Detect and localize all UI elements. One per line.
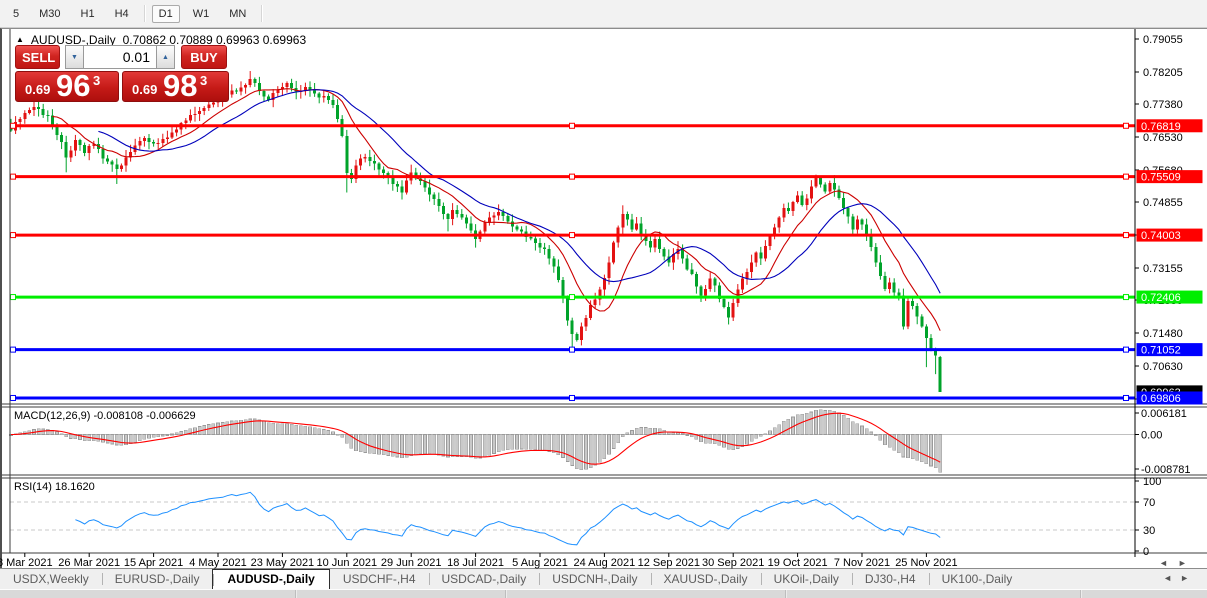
- collapse-triangle-icon[interactable]: ▲: [16, 36, 24, 44]
- lot-decrease-button[interactable]: ▼: [65, 45, 84, 69]
- svg-text:0.76819: 0.76819: [1141, 121, 1181, 133]
- sell-button[interactable]: SELL: [15, 45, 60, 69]
- buy-price-big-digits: 98: [163, 68, 197, 104]
- chart-hscroll-arrows: ◄►: [1159, 558, 1197, 568]
- svg-text:-0.008781: -0.008781: [1141, 464, 1191, 476]
- tab-uk100-daily[interactable]: UK100-,Daily: [929, 569, 1026, 588]
- timeframe-button-H1[interactable]: H1: [74, 5, 102, 23]
- svg-text:30: 30: [1143, 525, 1155, 537]
- buy-price-panel[interactable]: 0.69 98 3: [122, 71, 229, 102]
- rsi-indicator-label: RSI(14) 18.1620: [14, 481, 95, 493]
- lot-size-input[interactable]: [84, 45, 156, 69]
- svg-text:0.76530: 0.76530: [1143, 132, 1183, 144]
- scroll-left-icon[interactable]: ◄: [1159, 558, 1178, 568]
- tab-audusd-daily[interactable]: AUDUSD-,Daily: [212, 569, 329, 589]
- svg-text:0.006181: 0.006181: [1141, 408, 1187, 420]
- macd-indicator-label: MACD(12,26,9) -0.008108 -0.006629: [14, 410, 196, 422]
- timeframe-button-D1[interactable]: D1: [152, 5, 180, 23]
- svg-text:0.74003: 0.74003: [1141, 230, 1181, 242]
- svg-text:0: 0: [1143, 546, 1149, 558]
- toolbar-separator: [261, 5, 263, 22]
- chart-window: 0.790550.782050.773800.765300.756800.748…: [0, 28, 1207, 568]
- tab-scroll-arrows[interactable]: ◄►: [1163, 569, 1197, 583]
- timeframe-button-M30[interactable]: M30: [32, 5, 67, 23]
- scroll-right-icon[interactable]: ►: [1178, 558, 1197, 568]
- trading-platform-window: 5 M30 H1 H4 D1 W1 MN 0.79055 0.78205 0.77380 0.76…: [0, 0, 1207, 597]
- tab-dj30-h4[interactable]: DJ30-,H4: [852, 569, 929, 588]
- tab-usdcnh-daily[interactable]: USDCNH-,Daily: [539, 569, 650, 588]
- date-axis-label: 25 Nov 2021: [886, 557, 966, 569]
- tab-usdcad-daily[interactable]: USDCAD-,Daily: [429, 569, 540, 588]
- sell-price-big-digits: 96: [56, 68, 90, 104]
- price-chart-canvas[interactable]: 0.790550.782050.773800.765300.756800.748…: [2, 29, 1207, 569]
- timeframe-button-W1[interactable]: W1: [186, 5, 217, 23]
- timeframe-button-5[interactable]: 5: [6, 5, 26, 23]
- sell-price-pip-digit: 3: [93, 73, 100, 88]
- timeframe-button-H4[interactable]: H4: [108, 5, 136, 23]
- tab-ukoil-daily[interactable]: UKOil-,Daily: [761, 569, 852, 588]
- svg-text:0.73155: 0.73155: [1143, 263, 1183, 275]
- chevron-down-icon: ▼: [71, 54, 78, 61]
- svg-text:0.78205: 0.78205: [1143, 67, 1183, 79]
- one-click-trading-panel: SELL ▼ ▲ BUY 0.69 96 3 0.69 98 3: [15, 45, 230, 102]
- buy-price-prefix: 0.69: [132, 82, 157, 97]
- chevron-up-icon: ▲: [162, 54, 169, 61]
- chart-tab-bar: USDX,WeeklyEURUSD-,DailyAUDUSD-,DailyUSD…: [0, 568, 1207, 589]
- timeframe-button-MN[interactable]: MN: [222, 5, 253, 23]
- svg-text:0.77380: 0.77380: [1143, 99, 1183, 111]
- buy-button[interactable]: BUY: [181, 45, 227, 69]
- tab-usdchf-h4[interactable]: USDCHF-,H4: [330, 569, 429, 588]
- tab-xauusd-daily[interactable]: XAUUSD-,Daily: [651, 569, 761, 588]
- lot-size-stepper: ▼ ▲: [65, 45, 175, 69]
- svg-text:0.72406: 0.72406: [1141, 292, 1181, 304]
- sell-price-prefix: 0.69: [25, 82, 50, 97]
- lot-increase-button[interactable]: ▲: [156, 45, 175, 69]
- svg-text:0.00: 0.00: [1141, 430, 1162, 442]
- sell-price-panel[interactable]: 0.69 96 3: [15, 71, 119, 102]
- svg-text:0.79055: 0.79055: [1143, 34, 1183, 46]
- svg-text:70: 70: [1143, 497, 1155, 509]
- tab-eurusd-daily[interactable]: EURUSD-,Daily: [102, 569, 213, 588]
- svg-text:0.71480: 0.71480: [1143, 328, 1183, 340]
- svg-text:0.75509: 0.75509: [1141, 172, 1181, 184]
- buy-price-pip-digit: 3: [200, 73, 207, 88]
- toolbar-separator: [144, 5, 146, 22]
- svg-text:100: 100: [1143, 476, 1161, 488]
- svg-text:0.70630: 0.70630: [1143, 361, 1183, 373]
- tab-usdx-weekly[interactable]: USDX,Weekly: [0, 569, 102, 588]
- svg-text:0.74855: 0.74855: [1143, 197, 1183, 209]
- svg-text:0.69806: 0.69806: [1141, 393, 1181, 405]
- timeframe-toolbar: 5 M30 H1 H4 D1 W1 MN: [0, 0, 1207, 28]
- svg-text:0.71052: 0.71052: [1141, 345, 1181, 357]
